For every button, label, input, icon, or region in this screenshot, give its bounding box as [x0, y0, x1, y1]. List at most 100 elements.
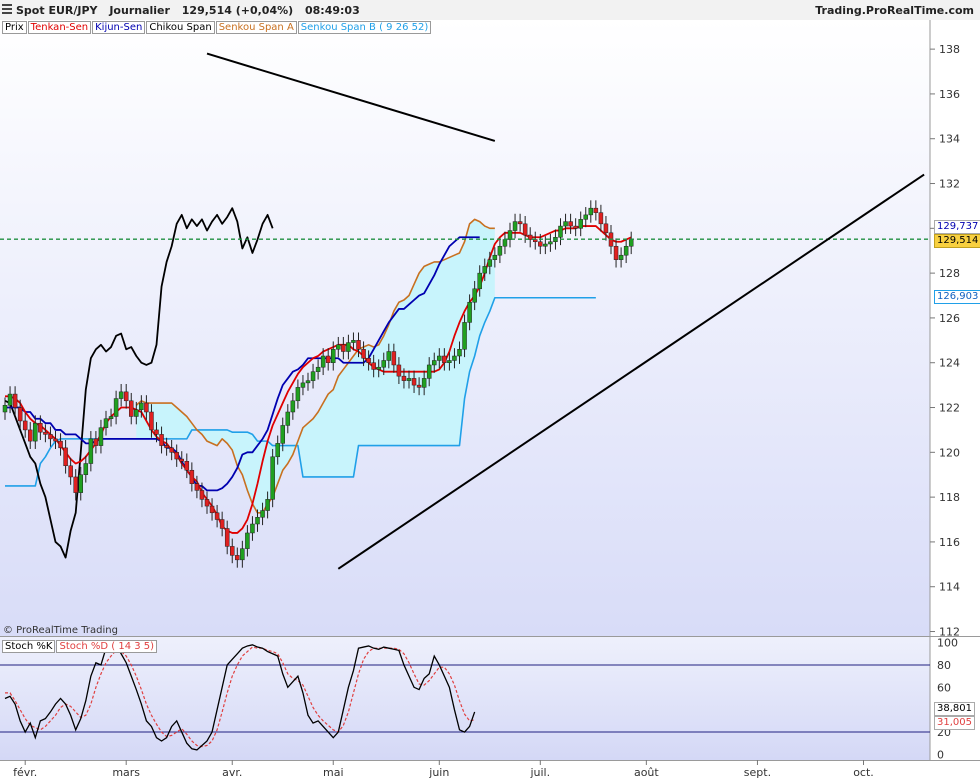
candle-body — [194, 483, 200, 491]
candle-body — [623, 245, 629, 256]
candle-body — [361, 349, 366, 359]
candle-body — [285, 411, 291, 426]
candle-body — [331, 349, 336, 363]
candle-body — [275, 443, 280, 458]
candle-body — [134, 409, 139, 417]
date-tick-label: juil. — [529, 766, 550, 779]
candle-body — [497, 245, 503, 256]
candle-body — [209, 505, 215, 514]
candle-body — [270, 456, 275, 500]
candle-body — [230, 546, 235, 556]
legend-price[interactable]: Prix — [2, 21, 27, 34]
price-tick-label: 122 — [939, 402, 960, 415]
candle-body — [290, 400, 296, 413]
candle-body — [477, 272, 482, 290]
price-tick-label: 132 — [939, 178, 960, 191]
candle-body — [310, 371, 316, 381]
candle-body — [154, 429, 159, 435]
candle-body — [78, 474, 83, 493]
candle-body — [336, 344, 341, 350]
stoch-k-tag: 38,801 — [934, 702, 975, 716]
candle-body — [189, 469, 195, 484]
price-tick-label: 114 — [939, 581, 960, 594]
candle-body — [12, 393, 18, 408]
candle-body — [28, 429, 33, 442]
candle-body — [33, 422, 38, 442]
candle-body — [386, 351, 392, 361]
candle-body — [507, 230, 513, 240]
candle-body — [139, 402, 144, 411]
candle-body — [452, 355, 457, 361]
candle-body — [487, 259, 493, 267]
candle-body — [462, 322, 467, 350]
stoch-legend: Stoch %K Stoch %D ( 14 3 5) — [2, 640, 158, 653]
date-tick-label: sept. — [744, 766, 771, 779]
candle-body — [17, 407, 23, 422]
ichimoku-chart[interactable]: 1121141161181201221241261281301321341361… — [0, 20, 980, 780]
candle-body — [437, 355, 442, 361]
price-tag-hidden: 129,737 — [934, 220, 980, 234]
date-tick-label: juin — [428, 766, 449, 779]
legend-stoch-k[interactable]: Stoch %K — [2, 640, 56, 653]
candle-body — [548, 241, 553, 245]
stoch-tick-label: 60 — [937, 681, 951, 694]
candle-body — [169, 447, 174, 453]
candle-body — [184, 461, 190, 471]
candle-body — [315, 366, 321, 372]
candle-body — [502, 239, 508, 247]
date-axis: févr. mars avr. mai juin juil. août sept. oct. — [13, 760, 874, 779]
candle-body — [300, 382, 306, 388]
candle-body — [224, 528, 230, 547]
legend-stoch-d[interactable]: Stoch %D ( 14 3 5) — [56, 640, 158, 653]
copyright-label: © ProRealTime Trading — [3, 625, 118, 636]
candle-body — [568, 221, 573, 227]
candle-body — [578, 219, 583, 229]
candle-body — [204, 499, 210, 507]
candle-body — [38, 422, 43, 433]
candle-body — [416, 384, 422, 388]
candle-body — [113, 398, 119, 417]
price-tick-label: 128 — [939, 267, 960, 280]
candle-body — [159, 434, 164, 446]
indicator-legend: Prix Tenkan-Sen Kijun-Sen Chikou Span Se… — [2, 21, 432, 34]
stoch-tick-label: 100 — [937, 637, 958, 650]
candle-body — [88, 438, 94, 464]
candle-body — [472, 288, 477, 303]
candle-body — [426, 364, 432, 379]
candle-body — [68, 465, 73, 478]
candle-body — [280, 425, 285, 444]
candle-body — [482, 266, 487, 274]
candle-body — [457, 349, 462, 357]
candle-body — [129, 400, 134, 417]
candle-body — [73, 476, 78, 493]
stoch-d-tag: 31,005 — [934, 716, 975, 730]
legend-chikou[interactable]: Chikou Span — [146, 21, 215, 34]
candle-body — [618, 254, 624, 260]
candle-body — [396, 364, 402, 377]
legend-kijun[interactable]: Kijun-Sen — [92, 21, 146, 34]
date-tick-label: mars — [112, 766, 140, 779]
price-tick-label: 126 — [939, 312, 960, 325]
legend-tenkan[interactable]: Tenkan-Sen — [27, 21, 92, 34]
candle-body — [588, 207, 594, 216]
legend-span-a[interactable]: Senkou Span A — [215, 21, 297, 34]
price-tick-label: 118 — [939, 491, 960, 504]
candle-body — [63, 447, 68, 467]
candle-body — [522, 223, 528, 236]
candle-body — [174, 452, 179, 460]
candle-body — [255, 517, 260, 525]
candle-body — [103, 418, 109, 428]
stoch-tick-label: 80 — [937, 659, 951, 672]
menu-icon[interactable] — [2, 4, 12, 16]
candle-body — [320, 355, 326, 368]
candle-body — [492, 254, 498, 260]
price-tick-label: 124 — [939, 357, 960, 370]
legend-span-b[interactable]: Senkou Span B ( 9 26 52) — [297, 21, 432, 34]
candle-body — [593, 207, 599, 213]
candle-body — [164, 445, 169, 449]
date-tick-label: févr. — [13, 766, 37, 779]
candle-body — [214, 512, 220, 520]
candle-body — [543, 243, 548, 247]
last-price: 129,514 (+0,04%) — [181, 4, 294, 17]
candle-body — [538, 241, 543, 247]
